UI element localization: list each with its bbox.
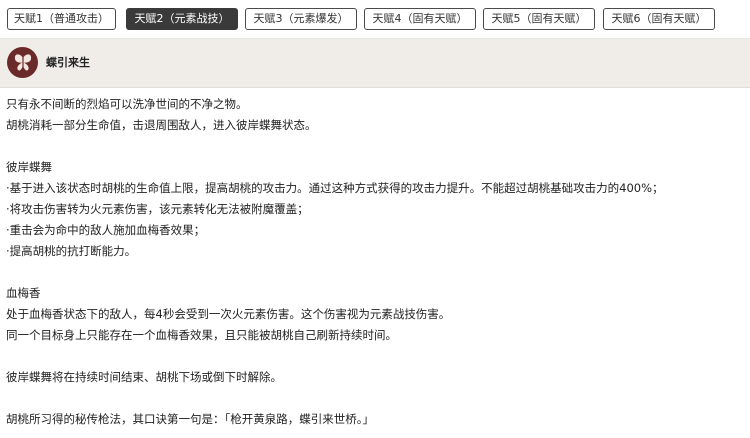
skill-summary: 胡桃消耗一部分生命值，击退周围敌人，进入彼岸蝶舞状态。 bbox=[6, 118, 317, 132]
tab-talent-3[interactable]: 天赋3（元素爆发） bbox=[245, 8, 357, 30]
skill-avatar bbox=[7, 47, 38, 78]
state-bullet-3: ·重击会为命中的敌人施加血梅香效果； bbox=[6, 223, 206, 237]
skill-header: 蝶引来生 bbox=[0, 39, 750, 88]
tab-talent-2[interactable]: 天赋2（元素战技） bbox=[126, 8, 238, 30]
lore-quote: 胡桃所习得的秘传枪法，其口诀第一句是：「枪开黄泉路，蝶引来世桥。」 bbox=[6, 412, 374, 426]
state-bullet-2: ·将攻击伤害转为火元素伤害，该元素转化无法被附魔覆盖； bbox=[6, 202, 309, 216]
state-bullet-4: ·提高胡桃的抗打断能力。 bbox=[6, 244, 137, 258]
blood-blossom-line-1: 处于血梅香状态下的敌人，每4秒会受到一次火元素伤害。这个伤害视为元素战技伤害。 bbox=[6, 307, 451, 321]
blood-blossom-line-2: 同一个目标身上只能存在一个血梅香效果，且只能被胡桃自己刷新持续时间。 bbox=[6, 328, 397, 342]
state-end-note: 彼岸蝶舞将在持续时间结束、胡桃下场或倒下时解除。 bbox=[6, 370, 282, 384]
section-title-state: 彼岸蝶舞 bbox=[6, 160, 52, 174]
butterfly-icon bbox=[14, 53, 31, 71]
state-bullet-1: ·基于进入该状态时胡桃的生命值上限，提高胡桃的攻击力。通过这种方式获得的攻击力提… bbox=[6, 181, 664, 195]
tab-talent-1[interactable]: 天赋1（普通攻击） bbox=[7, 8, 116, 30]
tab-talent-5[interactable]: 天赋5（固有天赋） bbox=[483, 8, 595, 30]
flavor-text: 只有永不间断的烈焰可以洗净世间的不净之物。 bbox=[6, 97, 248, 111]
section-title-blood-blossom: 血梅香 bbox=[6, 286, 41, 300]
tab-talent-6[interactable]: 天赋6（固有天赋） bbox=[603, 8, 715, 30]
skill-description: 只有永不间断的烈焰可以洗净世间的不净之物。 胡桃消耗一部分生命值，击退周围敌人，… bbox=[0, 88, 750, 430]
talent-tab-bar: 天赋1（普通攻击） 天赋2（元素战技） 天赋3（元素爆发） 天赋4（固有天赋） … bbox=[0, 0, 750, 39]
tab-talent-4[interactable]: 天赋4（固有天赋） bbox=[364, 8, 476, 30]
skill-name: 蝶引来生 bbox=[46, 56, 90, 69]
